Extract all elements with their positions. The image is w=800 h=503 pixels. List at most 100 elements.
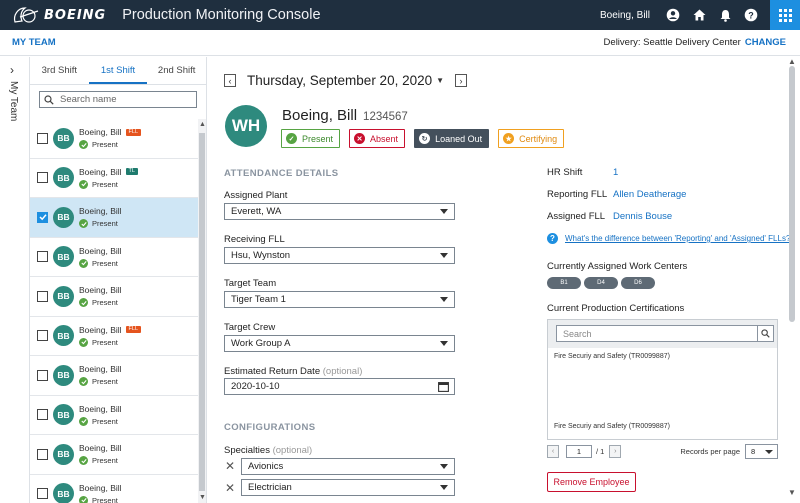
avatar: WH: [225, 105, 267, 147]
employee-list-scrollbar[interactable]: ▲ ▼: [198, 119, 206, 503]
top-bar: BOEING Production Monitoring Console Boe…: [0, 0, 800, 30]
tab-3rd-shift[interactable]: 3rd Shift: [30, 57, 89, 84]
avatar: BB: [53, 483, 74, 503]
row-checkbox[interactable]: [37, 369, 48, 381]
search-placeholder: Search name: [60, 94, 117, 105]
cert-search-input[interactable]: Search: [556, 325, 774, 342]
employee-name-text: Boeing, Bill: [79, 206, 122, 217]
list-item[interactable]: BB Boeing, Bill Present: [30, 277, 198, 317]
present-label: Present: [302, 133, 334, 144]
assigned-plant-select[interactable]: Everett, WA: [224, 203, 455, 220]
main-scrollbar[interactable]: ▲ ▼: [786, 57, 798, 497]
return-date-input[interactable]: 2020-10-10: [224, 378, 455, 395]
status-text: Present: [92, 140, 118, 150]
user-circle-icon[interactable]: [662, 0, 684, 30]
list-item[interactable]: BB Boeing, Bill Present: [30, 198, 198, 238]
boeing-logo[interactable]: BOEING: [12, 5, 106, 25]
page-input[interactable]: 1: [566, 445, 592, 458]
list-item[interactable]: BB Boeing, Bill Present: [30, 475, 198, 503]
row-checkbox[interactable]: [37, 488, 48, 500]
scroll-down-icon[interactable]: ▼: [788, 488, 796, 497]
tab-2nd-shift[interactable]: 2nd Shift: [147, 57, 206, 84]
search-icon[interactable]: [757, 325, 774, 342]
rail-label[interactable]: My Team: [8, 81, 19, 121]
prev-day-button[interactable]: ‹: [224, 74, 236, 87]
row-checkbox[interactable]: [37, 211, 48, 223]
list-item[interactable]: BB Boeing, Bill Present: [30, 396, 198, 435]
remove-specialty-icon[interactable]: ✕: [225, 459, 235, 473]
hr-shift-value[interactable]: 1: [613, 167, 618, 178]
row-checkbox[interactable]: [37, 132, 48, 144]
remove-specialty-icon[interactable]: ✕: [225, 481, 235, 495]
reporting-fll-link[interactable]: Allen Deatherage: [613, 189, 686, 200]
shift-panel: 3rd Shift 1st Shift 2nd Shift Search nam…: [30, 57, 207, 503]
employee-info: Boeing, Bill Present: [79, 404, 122, 426]
work-centers-title: Currently Assigned Work Centers: [547, 261, 688, 272]
target-crew-select[interactable]: Work Group A: [224, 335, 455, 352]
loaned-out-button[interactable]: ↻ Loaned Out: [414, 129, 490, 148]
remove-employee-button[interactable]: Remove Employee: [547, 472, 636, 492]
scroll-down-icon[interactable]: ▼: [199, 494, 206, 501]
row-checkbox[interactable]: [37, 251, 48, 263]
expand-chevron-icon[interactable]: ›: [10, 63, 14, 77]
list-item[interactable]: BB Boeing, Bill Present: [30, 238, 198, 277]
avatar: BB: [53, 443, 74, 465]
fll-difference-link[interactable]: What's the difference between 'Reporting…: [565, 234, 790, 243]
apps-grid-icon[interactable]: [770, 0, 800, 30]
tab-1st-shift[interactable]: 1st Shift: [88, 57, 148, 84]
employee-name: Boeing, Bill: [79, 246, 122, 256]
scroll-thumb[interactable]: [199, 133, 205, 491]
assigned-fll-link[interactable]: Dennis Bouse: [613, 211, 672, 222]
prev-page-button[interactable]: ‹: [547, 445, 559, 458]
list-item[interactable]: BB Boeing, Bill Present: [30, 356, 198, 396]
list-item[interactable]: BB Boeing, Bill TL Present: [30, 159, 198, 198]
employee-title: Boeing, Bill 1234567: [282, 107, 408, 124]
search-input[interactable]: Search name: [39, 91, 197, 108]
row-checkbox[interactable]: [37, 409, 48, 421]
certifications-pager: ‹ 1 / 1 › Records per page 8: [547, 444, 778, 459]
work-center-chip[interactable]: D4: [584, 277, 618, 289]
date-caret-icon[interactable]: ▼: [436, 76, 444, 85]
calendar-icon[interactable]: [438, 381, 449, 392]
cert-search-placeholder: Search: [563, 328, 592, 339]
home-icon[interactable]: [688, 0, 710, 30]
user-name[interactable]: Boeing, Bill: [600, 10, 650, 21]
scroll-up-icon[interactable]: ▲: [788, 57, 796, 66]
row-checkbox[interactable]: [37, 448, 48, 460]
certification-row[interactable]: Fire Securiy and Safety (TR0099887): [554, 423, 670, 430]
employee-detail: ‹ Thursday, September 20, 2020 ▼ › WH Bo…: [207, 57, 800, 503]
present-button[interactable]: ✓ Present: [281, 129, 341, 148]
specialty-select-1[interactable]: Avionics: [241, 458, 455, 475]
next-page-button[interactable]: ›: [609, 445, 622, 458]
absent-button[interactable]: ✕ Absent: [349, 129, 406, 148]
employee-name-text: Boeing, Bill: [79, 127, 122, 138]
list-item[interactable]: BB Boeing, Bill FLL Present: [30, 119, 198, 159]
records-per-page-select[interactable]: 8: [745, 444, 778, 459]
current-date[interactable]: Thursday, September 20, 2020: [247, 73, 432, 88]
next-day-button[interactable]: ›: [455, 74, 468, 87]
work-center-chip[interactable]: B1: [547, 277, 581, 289]
change-delivery-button[interactable]: CHANGE: [745, 37, 786, 48]
delivery-center: Delivery: Seattle Delivery Center: [603, 37, 741, 48]
bell-icon[interactable]: [714, 0, 736, 30]
role-badge: TL: [125, 168, 138, 176]
employee-info: Boeing, Bill FLL Present: [79, 325, 142, 347]
main-scroll-thumb[interactable]: [789, 66, 795, 322]
employee-info: Boeing, Bill Present: [79, 206, 122, 229]
avatar: BB: [53, 285, 74, 307]
target-crew-value: Work Group A: [231, 338, 291, 349]
list-item[interactable]: BB Boeing, Bill Present: [30, 435, 198, 475]
target-team-select[interactable]: Tiger Team 1: [224, 291, 455, 308]
specialty-select-2[interactable]: Electrician: [241, 479, 455, 496]
work-center-chip[interactable]: D6: [621, 277, 655, 289]
certifying-button[interactable]: ★ Certifying: [498, 129, 565, 148]
row-checkbox[interactable]: [37, 172, 48, 184]
scroll-up-icon[interactable]: ▲: [199, 121, 206, 128]
list-item[interactable]: BB Boeing, Bill FLL Present: [30, 317, 198, 356]
status-badge: Present: [79, 258, 122, 268]
certification-row[interactable]: Fire Securiy and Safety (TR0099887): [554, 353, 670, 360]
help-icon[interactable]: ?: [740, 0, 762, 30]
row-checkbox[interactable]: [37, 290, 48, 302]
receiving-fll-select[interactable]: Hsu, Wynston: [224, 247, 455, 264]
row-checkbox[interactable]: [37, 330, 48, 342]
